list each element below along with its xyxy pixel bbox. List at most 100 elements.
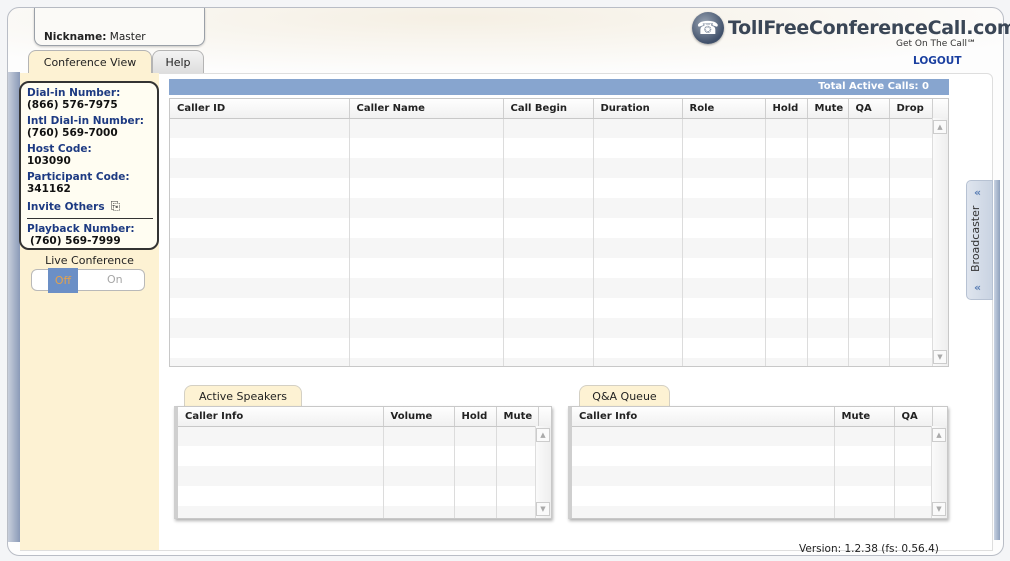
empty-cell: [170, 318, 350, 338]
column-header-spacer: [932, 99, 948, 119]
scroll-up-icon[interactable]: ▲: [932, 428, 946, 442]
playback-number-value: (760) 569-7999: [30, 235, 121, 247]
speakers-scrollbar[interactable]: ▲ ▼: [535, 426, 551, 518]
column-header[interactable]: Hold: [765, 99, 808, 119]
empty-cell: [178, 466, 384, 486]
column-header[interactable]: QA: [848, 99, 890, 119]
empty-cell: [503, 238, 594, 258]
empty-row: [572, 466, 947, 486]
empty-cell: [170, 278, 350, 298]
column-header[interactable]: Call Begin: [503, 99, 594, 119]
scroll-down-icon[interactable]: ▼: [932, 502, 946, 516]
empty-cell: [807, 338, 849, 358]
empty-cell: [765, 178, 808, 198]
tab-active-speakers[interactable]: Active Speakers: [184, 385, 302, 406]
empty-cell: [503, 298, 594, 318]
empty-cell: [889, 298, 933, 318]
column-header[interactable]: Mute: [807, 99, 849, 119]
column-header[interactable]: Caller Name: [349, 99, 504, 119]
right-edge-strip: [994, 180, 1000, 540]
empty-cell: [349, 158, 504, 178]
empty-cell: [682, 318, 766, 338]
empty-cell: [848, 358, 890, 366]
tab-help[interactable]: Help: [152, 50, 204, 73]
empty-cell: [383, 506, 455, 518]
empty-cell: [807, 278, 849, 298]
column-header[interactable]: Duration: [593, 99, 683, 119]
live-conference-toggle[interactable]: Off On: [31, 268, 145, 293]
scroll-down-icon[interactable]: ▼: [933, 350, 947, 364]
participant-code-value: 341162: [27, 183, 71, 195]
host-code-value: 103090: [27, 155, 71, 167]
empty-cell: [503, 158, 594, 178]
tab-qa-queue[interactable]: Q&A Queue: [579, 385, 670, 406]
empty-cell: [848, 178, 890, 198]
empty-cell: [894, 466, 933, 486]
empty-cell: [170, 178, 350, 198]
tab-help-label: Help: [165, 55, 191, 69]
empty-cell: [765, 218, 808, 238]
empty-row: [572, 506, 947, 518]
column-header[interactable]: QA: [894, 407, 933, 427]
empty-cell: [765, 358, 808, 366]
empty-cell: [807, 238, 849, 258]
empty-cell: [848, 318, 890, 338]
empty-cell: [894, 426, 933, 446]
empty-row: [170, 178, 948, 198]
empty-cell: [503, 358, 594, 366]
empty-cell: [349, 218, 504, 238]
speakers-table-header: Caller Info Volume Hold Mute: [178, 407, 551, 427]
column-header[interactable]: Volume: [383, 407, 455, 427]
qa-queue-table: Caller Info Mute QA ▲ ▼: [568, 406, 948, 519]
callers-scrollbar[interactable]: ▲ ▼: [932, 118, 948, 366]
scroll-down-icon[interactable]: ▼: [536, 502, 550, 516]
empty-cell: [889, 138, 933, 158]
empty-cell: [349, 238, 504, 258]
empty-cell: [807, 118, 849, 138]
empty-cell: [503, 258, 594, 278]
broadcaster-panel-toggle[interactable]: « Broadcaster «: [966, 180, 993, 300]
empty-cell: [682, 238, 766, 258]
scroll-up-icon[interactable]: ▲: [933, 120, 947, 134]
empty-cell: [889, 278, 933, 298]
empty-row: [178, 426, 551, 446]
empty-row: [170, 138, 948, 158]
logout-link[interactable]: LOGOUT: [913, 55, 961, 67]
column-header[interactable]: Caller Info: [178, 407, 384, 427]
scroll-up-icon[interactable]: ▲: [536, 428, 550, 442]
empty-row: [170, 238, 948, 258]
callers-table-header: Caller ID Caller Name Call Begin Duratio…: [170, 99, 948, 119]
qa-table-header: Caller Info Mute QA: [572, 407, 947, 427]
column-header[interactable]: Caller ID: [170, 99, 350, 119]
empty-cell: [894, 446, 933, 466]
empty-cell: [170, 198, 350, 218]
empty-row: [170, 278, 948, 298]
column-header[interactable]: Role: [682, 99, 766, 119]
empty-row: [178, 466, 551, 486]
column-header[interactable]: Mute: [496, 407, 539, 427]
invite-others-row[interactable]: Invite Others ⎘: [27, 199, 157, 216]
column-header[interactable]: Mute: [834, 407, 895, 427]
invite-others-link[interactable]: Invite Others: [27, 201, 105, 213]
empty-cell: [503, 178, 594, 198]
logo-text: TollFreeConferenceCall.com: [728, 17, 1010, 39]
column-header[interactable]: Caller Info: [572, 407, 835, 427]
qa-scrollbar[interactable]: ▲ ▼: [931, 426, 947, 518]
empty-cell: [765, 338, 808, 358]
empty-cell: [848, 158, 890, 178]
empty-cell: [503, 198, 594, 218]
intl-dial-in-value: (760) 569-7000: [27, 127, 118, 139]
column-header[interactable]: Hold: [454, 407, 497, 427]
toggle-on-option[interactable]: On: [107, 273, 123, 286]
empty-cell: [170, 298, 350, 318]
empty-cell: [170, 218, 350, 238]
column-header[interactable]: Drop: [889, 99, 933, 119]
tab-conference-view[interactable]: Conference View: [28, 50, 152, 73]
empty-cell: [807, 178, 849, 198]
empty-cell: [848, 218, 890, 238]
chevron-double-left-icon: «: [974, 281, 982, 294]
copy-icon[interactable]: ⎘: [111, 199, 121, 214]
empty-cell: [889, 158, 933, 178]
empty-row: [178, 506, 551, 518]
toggle-off-option[interactable]: Off: [48, 268, 78, 293]
